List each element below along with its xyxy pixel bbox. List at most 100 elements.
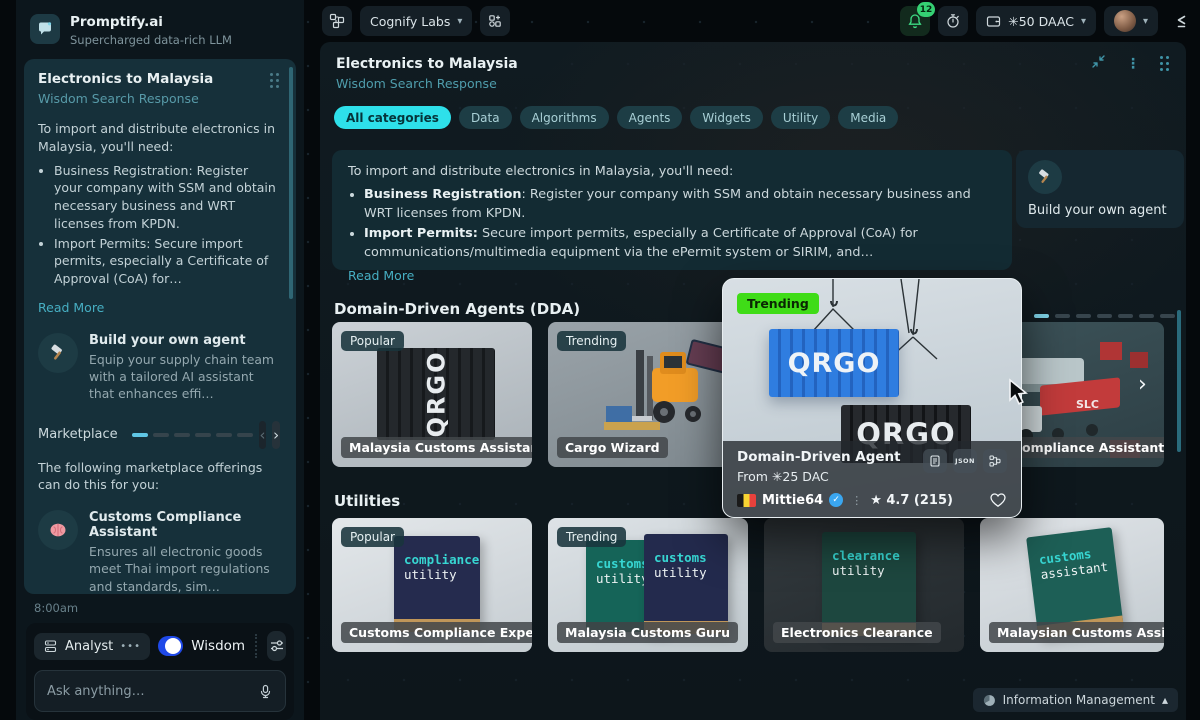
document-icon[interactable] <box>923 449 947 473</box>
app-name: Promptify.ai <box>70 14 232 30</box>
response-bullet: Import Permits: Secure import permits, e… <box>54 235 280 288</box>
wallet-icon <box>986 14 1001 29</box>
separator-dots: ⋮ <box>851 494 862 507</box>
ask-input-row <box>34 670 286 712</box>
popup-price: From ✳25 DAC <box>737 469 901 484</box>
app-logo-icon <box>30 14 60 44</box>
panel-scrollbar[interactable] <box>1177 310 1181 452</box>
favorite-heart-icon[interactable] <box>989 491 1007 509</box>
workspace-dropdown[interactable]: Cognify Labs ▾ <box>360 6 472 36</box>
composer: Analyst ••• Wisdom <box>26 623 294 720</box>
pie-chart-icon <box>983 694 996 707</box>
dda-card-cargo-wizard[interactable]: Trending Cargo Wizard <box>548 322 748 467</box>
card-label: Malaysia Customs Guru <box>557 622 738 643</box>
card-label: Cargo Wizard <box>557 437 668 458</box>
trending-badge: Trending <box>737 293 819 314</box>
composer-settings-button[interactable] <box>267 631 286 661</box>
chip-utility[interactable]: Utility <box>771 106 830 129</box>
marketplace-intro: The following marketplace offerings can … <box>38 459 280 495</box>
collapse-icon[interactable] <box>1091 54 1106 73</box>
marketplace-label: Marketplace <box>38 427 118 442</box>
build-agent-title: Build your own agent <box>89 333 280 348</box>
add-widget-icon[interactable] <box>480 6 510 36</box>
trending-badge: Trending <box>557 527 626 547</box>
divider <box>255 634 257 658</box>
chip-agents[interactable]: Agents <box>617 106 683 129</box>
dda-pagination-dots[interactable] <box>1034 314 1175 318</box>
collapse-panel-icon[interactable] <box>1166 6 1196 36</box>
answer-bullet: Business Registration: Register your com… <box>364 185 996 223</box>
message-timestamp: 8:00am <box>34 601 304 615</box>
page-subtitle: Wisdom Search Response <box>336 76 497 91</box>
avatar <box>1114 10 1136 32</box>
verified-badge-icon: ✓ <box>829 493 843 507</box>
drag-handle-icon[interactable] <box>270 73 280 89</box>
ask-input[interactable] <box>47 684 250 699</box>
trailer-text: SLC <box>1076 398 1099 411</box>
build-your-own-agent-card[interactable]: Build your own agent <box>1016 150 1184 228</box>
information-management-button[interactable]: Information Management ▴ <box>973 688 1178 712</box>
card-scrollbar[interactable] <box>289 67 293 299</box>
marketplace-next-button[interactable]: › <box>272 421 280 449</box>
dda-card-malaysia-customs-assistant[interactable]: QRGO Popular Malaysia Customs Assistant <box>332 322 532 467</box>
mode-selector[interactable]: Analyst ••• <box>34 633 150 660</box>
chip-media[interactable]: Media <box>838 106 898 129</box>
app-identity: Promptify.ai Supercharged data-rich LLM <box>70 14 232 47</box>
container-art-text: QRGO <box>422 351 450 438</box>
chip-data[interactable]: Data <box>459 106 512 129</box>
chip-all-categories[interactable]: All categories <box>334 106 451 129</box>
wisdom-response-card: Electronics to Malaysia Wisdom Search Re… <box>24 59 296 594</box>
dda-next-arrow[interactable]: › <box>1138 372 1147 397</box>
blue-container-art: QRGO <box>769 329 899 397</box>
belgium-flag-icon <box>737 494 756 507</box>
card-label: Malaysian Customs Assistant <box>989 622 1164 643</box>
response-intro: To import and distribute electronics in … <box>38 120 280 156</box>
app-root: Promptify.ai Supercharged data-rich LLM … <box>0 0 1200 720</box>
wisdom-toggle-label: Wisdom <box>191 638 245 654</box>
utility-card-electronics-clearance[interactable]: clearance utility Electronics Clearance <box>764 518 964 652</box>
offering-desc: Ensures all electronic goods meet Thai i… <box>89 543 280 594</box>
utility-card-customs-compliance-expert[interactable]: compliance utility Popular Customs Compl… <box>332 518 532 652</box>
marketplace-prev-button[interactable]: ‹ <box>259 421 267 449</box>
kebab-menu-icon[interactable]: ⋮ <box>1126 56 1140 72</box>
offering-item[interactable]: Customs Compliance Assistant Ensures all… <box>38 510 280 594</box>
response-bullet: Business Registration: Register your com… <box>54 162 280 233</box>
card-label: Electronics Clearance <box>773 622 941 643</box>
marketplace-pagination-dots[interactable] <box>132 433 253 437</box>
chip-algorithms[interactable]: Algorithms <box>520 106 609 129</box>
chevron-down-icon: ▾ <box>457 16 462 27</box>
utility-card-malaysian-customs-assistant[interactable]: customs assistant Malaysian Customs Assi… <box>980 518 1164 652</box>
pipeline-icon[interactable] <box>983 449 1007 473</box>
trending-badge: Trending <box>557 331 626 351</box>
hammer-icon <box>1028 160 1062 194</box>
category-filter-bar: All categories Data Algorithms Agents Wi… <box>334 106 898 129</box>
seller-name[interactable]: Mittie64 <box>762 493 823 508</box>
json-icon[interactable]: JSON <box>953 449 977 473</box>
wallet-balance-dropdown[interactable]: ✳50 DAAC ▾ <box>976 6 1096 36</box>
popup-info-overlay: Domain-Driven Agent From ✳25 DAC JSON <box>723 441 1021 517</box>
build-agent-item[interactable]: Build your own agent Equip your supply c… <box>38 333 280 403</box>
wisdom-toggle[interactable] <box>158 636 183 656</box>
popular-badge: Popular <box>341 527 404 547</box>
timer-button[interactable] <box>938 6 968 36</box>
chip-widgets[interactable]: Widgets <box>690 106 763 129</box>
utilities-section-heading: Utilities <box>334 492 400 510</box>
page-title: Electronics to Malaysia <box>336 56 518 72</box>
build-agent-desc: Equip your supply chain team with a tail… <box>89 351 280 403</box>
card-label: Customs Compliance Expert <box>341 622 532 643</box>
answer-summary-box: To import and distribute electronics in … <box>332 150 1012 270</box>
mode-more-icon[interactable]: ••• <box>120 641 141 652</box>
utility-card-malaysia-customs-guru[interactable]: customs utility customs utility Trending… <box>548 518 748 652</box>
read-more-link[interactable]: Read More <box>348 267 414 286</box>
grid-handle-icon[interactable] <box>1160 56 1170 72</box>
brain-icon <box>38 510 78 550</box>
response-title: Electronics to Malaysia <box>38 71 213 87</box>
user-menu[interactable]: ▾ <box>1104 6 1158 36</box>
dda-popup-card[interactable]: Trending QRGO QRGO Domain-Driven Agent F… <box>722 278 1022 518</box>
org-structure-icon[interactable] <box>322 6 352 36</box>
sidebar: Promptify.ai Supercharged data-rich LLM … <box>16 0 304 720</box>
mic-icon[interactable] <box>258 684 273 699</box>
notifications-button[interactable]: 12 <box>900 6 930 36</box>
popup-title: Domain-Driven Agent <box>737 449 901 465</box>
read-more-link[interactable]: Read More <box>38 299 104 317</box>
